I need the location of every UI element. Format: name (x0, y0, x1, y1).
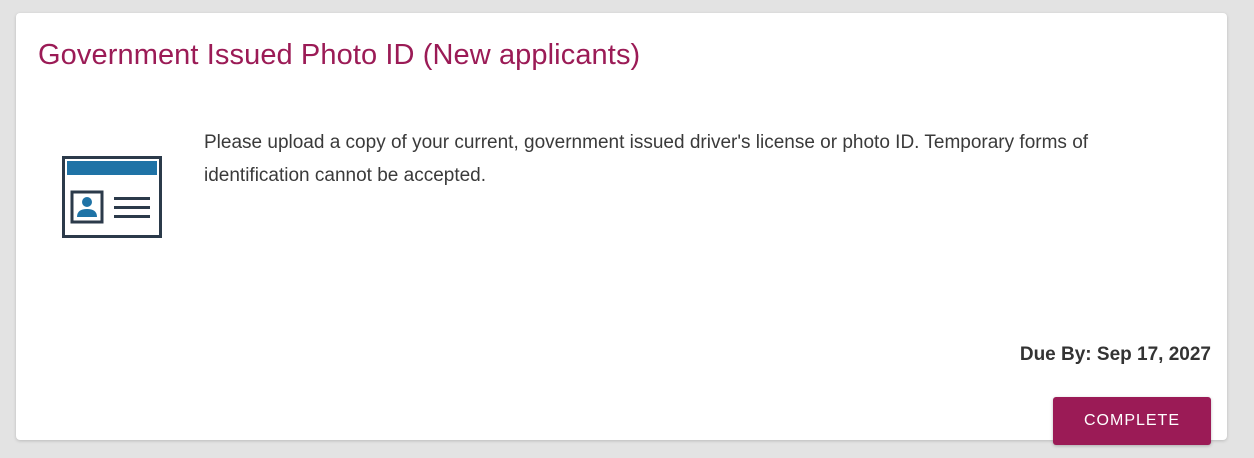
card-title: Government Issued Photo ID (New applican… (38, 39, 641, 71)
task-card: Government Issued Photo ID (New applican… (16, 13, 1227, 445)
task-description: Please upload a copy of your current, go… (204, 132, 1089, 186)
complete-button[interactable]: COMPLETE (1053, 397, 1211, 445)
due-date: Due By: Sep 17, 2027 (1019, 344, 1211, 365)
id-card-icon (62, 156, 162, 238)
